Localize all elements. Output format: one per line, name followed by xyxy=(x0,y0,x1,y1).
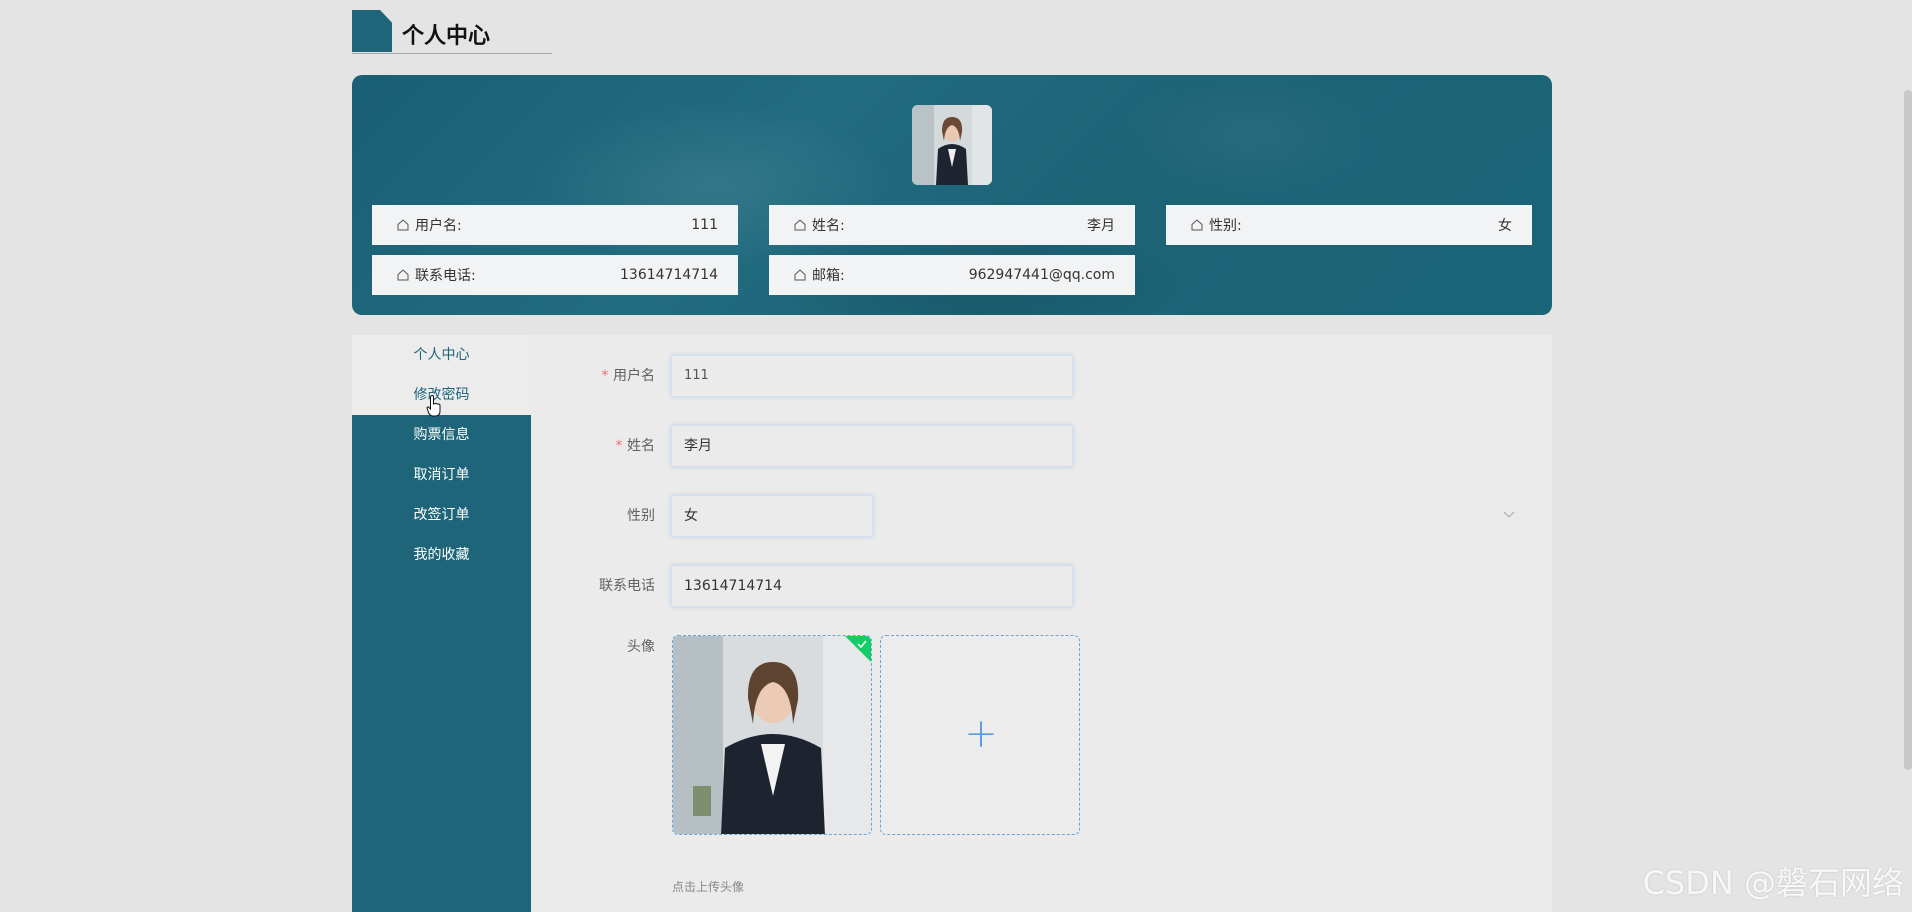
home-icon xyxy=(794,269,806,281)
form-label-phone: 联系电话 xyxy=(599,578,655,594)
info-label: 邮箱: xyxy=(812,268,845,284)
content-area: 个人中心 修改密码 购票信息 取消订单 改签订单 我的收藏 * 用户名 111 … xyxy=(352,335,1552,912)
info-card-name: 姓名: 李月 xyxy=(769,205,1135,245)
home-icon xyxy=(794,219,806,231)
required-mark: * xyxy=(601,368,609,384)
gender-select[interactable]: 女 xyxy=(671,495,873,537)
page-title: 个人中心 xyxy=(402,24,491,49)
form-label-gender: 性别 xyxy=(627,508,655,524)
name-input[interactable]: 李月 xyxy=(671,425,1073,467)
avatar-photo xyxy=(673,636,871,834)
info-label: 用户名: xyxy=(415,218,462,234)
page-header: 个人中心 xyxy=(352,10,552,54)
sidebar-item-tickets[interactable]: 购票信息 xyxy=(352,415,531,455)
info-label: 性别: xyxy=(1209,218,1242,234)
info-value: 962947441@qq.com xyxy=(968,267,1115,283)
home-icon xyxy=(397,269,409,281)
sidebar-item-favorites[interactable]: 我的收藏 xyxy=(352,535,531,575)
sidebar-item-change-order[interactable]: 改签订单 xyxy=(352,495,531,535)
profile-banner: 用户名: 111 姓名: 李月 性别: 女 联系电话: 13614714714 … xyxy=(352,75,1552,315)
form-label-text: 用户名 xyxy=(613,368,655,384)
watermark: CSDN @磐石网络 xyxy=(1642,864,1904,902)
info-value: 13614714714 xyxy=(620,267,718,283)
sidebar-item-cancel-order[interactable]: 取消订单 xyxy=(352,455,531,495)
phone-input[interactable]: 13614714714 xyxy=(671,565,1073,607)
form-label-name: * 姓名 xyxy=(531,425,655,467)
profile-avatar xyxy=(912,105,992,185)
upload-tip: 点击上传头像 xyxy=(672,880,745,894)
home-icon xyxy=(1191,219,1203,231)
side-menu: 个人中心 修改密码 购票信息 取消订单 改签订单 我的收藏 xyxy=(352,335,531,912)
hand-cursor-icon xyxy=(426,395,441,417)
form-label-username: * 用户名 xyxy=(531,355,655,397)
info-label: 姓名: xyxy=(812,218,845,234)
chevron-down-icon[interactable] xyxy=(1502,510,1516,520)
avatar-upload-button[interactable]: + xyxy=(880,635,1080,835)
page-scrollbar[interactable] xyxy=(1904,90,1912,770)
info-card-username: 用户名: 111 xyxy=(372,205,738,245)
info-card-gender: 性别: 女 xyxy=(1166,205,1532,245)
info-label: 联系电话: xyxy=(415,268,476,284)
info-value: 111 xyxy=(691,217,718,233)
info-card-phone: 联系电话: 13614714714 xyxy=(372,255,738,295)
username-input[interactable]: 111 xyxy=(671,355,1073,397)
form-label-text: 姓名 xyxy=(627,438,655,454)
plus-icon: + xyxy=(964,711,998,757)
avatar-uploaded-image[interactable] xyxy=(672,635,872,835)
info-value: 李月 xyxy=(1087,218,1115,234)
success-check-icon xyxy=(845,636,871,662)
home-icon xyxy=(397,219,409,231)
header-badge xyxy=(352,10,392,52)
info-value: 女 xyxy=(1498,218,1512,234)
required-mark: * xyxy=(615,438,623,454)
info-card-email: 邮箱: 962947441@qq.com xyxy=(769,255,1135,295)
sidebar-item-profile[interactable]: 个人中心 xyxy=(352,335,531,375)
form-label-avatar: 头像 xyxy=(627,639,655,655)
